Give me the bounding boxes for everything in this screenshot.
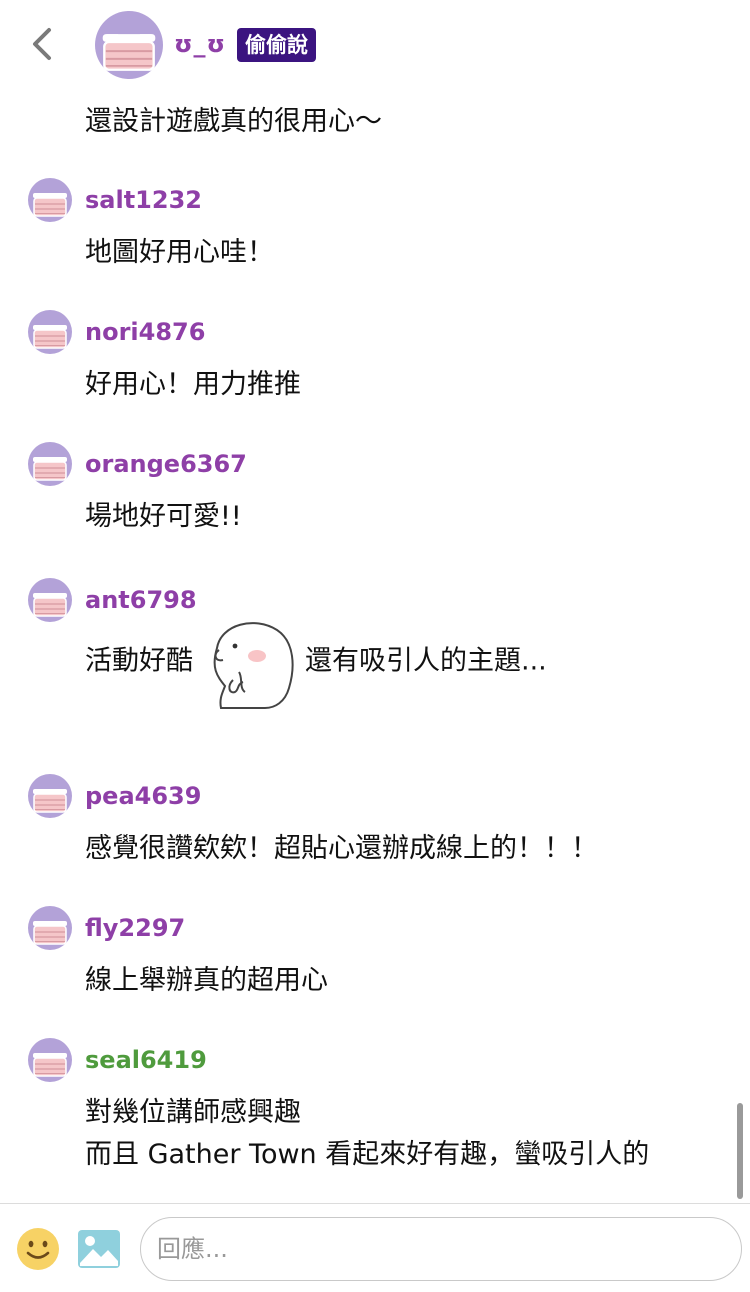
post-header: ʊ_ʊ 偷偷說 [0, 0, 750, 90]
comment-username[interactable]: nori4876 [85, 314, 205, 350]
comment-text: 活動好酷 還有吸引人的主題... [85, 622, 547, 709]
reply-input[interactable] [140, 1217, 742, 1281]
comment-text-part: 還有吸引人的主題... [305, 645, 547, 677]
avatar[interactable] [28, 1038, 72, 1082]
author-avatar[interactable] [95, 11, 163, 79]
comment-text: 對幾位講師感興趣 而且 Gather Town 看起來好有趣，蠻吸引人的 [85, 1092, 649, 1176]
avatar[interactable] [28, 774, 72, 818]
scrollbar[interactable] [737, 1103, 743, 1199]
comment-text: 還設計遊戲真的很用心～ [85, 106, 382, 137]
avatar[interactable] [28, 906, 72, 950]
avatar[interactable] [28, 310, 72, 354]
comment-username[interactable]: salt1232 [85, 182, 202, 218]
reply-bar [0, 1203, 750, 1292]
comment-username[interactable]: seal6419 [85, 1042, 207, 1078]
avatar[interactable] [28, 442, 72, 486]
comment-text: 場地好可愛!! [85, 501, 242, 532]
comment-text: 感覺很讚欸欸！超貼心還辦成線上的！！！ [85, 833, 598, 864]
comment-username[interactable]: ant6798 [85, 582, 197, 618]
board-badge[interactable]: 偷偷說 [237, 28, 316, 62]
comment-username[interactable]: orange6367 [85, 446, 247, 482]
comment-list[interactable]: 還設計遊戲真的很用心～ salt1232 地圖好用心哇！ nori4876 好用… [0, 0, 750, 1203]
ghost-sticker-icon [213, 622, 294, 709]
avatar[interactable] [28, 578, 72, 622]
comment-username[interactable]: pea4639 [85, 778, 201, 814]
author-name[interactable]: ʊ_ʊ [174, 30, 226, 58]
comment-text-part: 活動好酷 [85, 645, 193, 677]
comment-username[interactable]: fly2297 [85, 910, 185, 946]
comment-text: 好用心！用力推推 [85, 369, 301, 400]
back-button[interactable] [22, 22, 62, 66]
avatar[interactable] [28, 178, 72, 222]
comment-text: 地圖好用心哇！ [85, 237, 274, 268]
chevron-left-icon [33, 28, 51, 60]
comment-text-line: 而且 Gather Town 看起來好有趣，蠻吸引人的 [85, 1139, 650, 1170]
comment-text: 線上舉辦真的超用心 [85, 965, 328, 996]
comment-text-line: 對幾位講師感興趣 [85, 1097, 301, 1128]
emoji-icon[interactable] [16, 1227, 60, 1271]
image-icon[interactable] [77, 1229, 121, 1269]
